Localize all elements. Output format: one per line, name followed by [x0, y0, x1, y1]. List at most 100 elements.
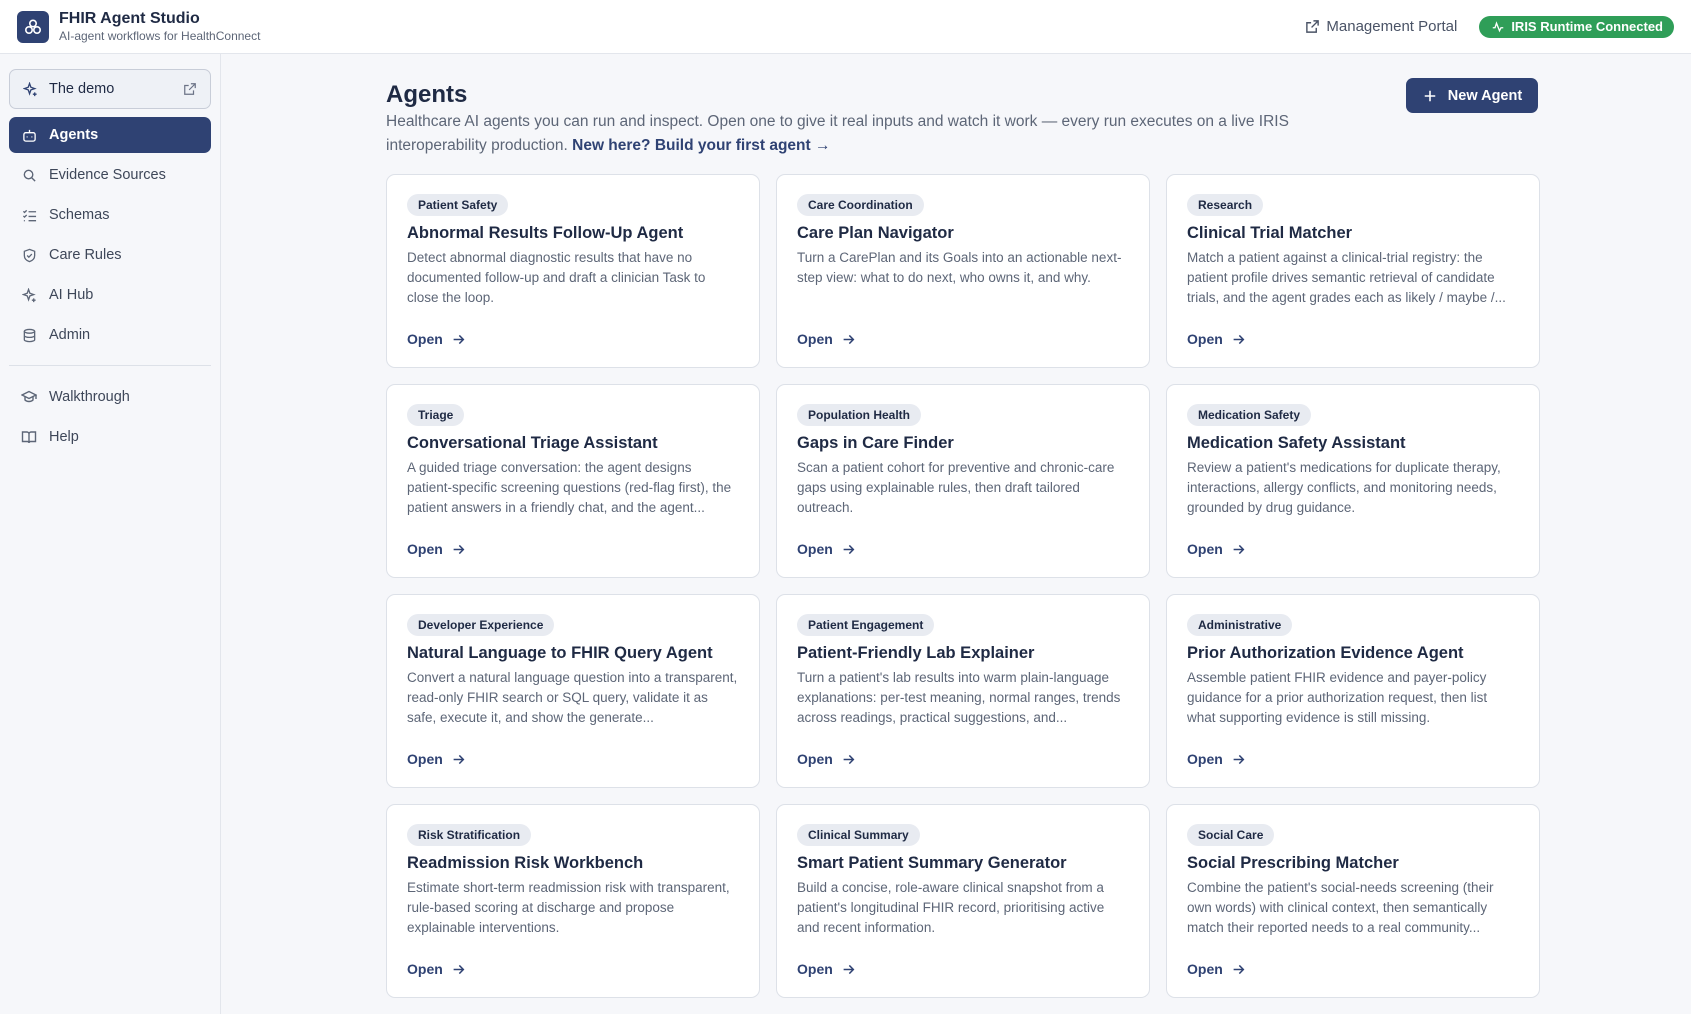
- open-label: Open: [797, 961, 833, 977]
- sidebar-item-schemas[interactable]: Schemas: [9, 197, 211, 233]
- graduation-cap-icon: [21, 389, 37, 405]
- arrow-right-icon: [451, 541, 467, 557]
- agent-title: Gaps in Care Finder: [797, 434, 954, 452]
- agent-card[interactable]: Clinical Summary Smart Patient Summary G…: [776, 804, 1150, 998]
- open-link[interactable]: Open: [407, 331, 467, 347]
- arrow-right-icon: [451, 331, 467, 347]
- open-link[interactable]: Open: [407, 541, 467, 557]
- agent-card[interactable]: Patient Safety Abnormal Results Follow-U…: [386, 174, 760, 368]
- book-open-icon: [21, 429, 37, 445]
- page-intro: Healthcare AI agents you can run and ins…: [386, 110, 1346, 158]
- agent-card[interactable]: Patient Engagement Patient-Friendly Lab …: [776, 594, 1150, 788]
- category-tag: Patient Safety: [407, 194, 509, 216]
- demo-label: The demo: [49, 81, 115, 97]
- category-tag: Risk Stratification: [407, 824, 532, 846]
- demo-button[interactable]: The demo: [9, 69, 211, 109]
- arrow-right-icon: [841, 751, 857, 767]
- new-agent-button[interactable]: New Agent: [1406, 78, 1538, 113]
- sidebar-item-label: Admin: [49, 327, 91, 343]
- agent-description: Build a concise, role-aware clinical sna…: [797, 880, 1105, 935]
- open-link[interactable]: Open: [797, 331, 857, 347]
- agent-description: Convert a natural language question into…: [407, 670, 738, 725]
- sidebar-item-help[interactable]: Help: [9, 419, 211, 455]
- sidebar-item-label: Agents: [49, 127, 99, 143]
- runtime-status-label: IRIS Runtime Connected: [1511, 19, 1663, 34]
- open-link[interactable]: Open: [1187, 751, 1247, 767]
- arrow-right-icon: [841, 541, 857, 557]
- list-checks-icon: [21, 207, 37, 223]
- open-label: Open: [407, 961, 443, 977]
- agent-card[interactable]: Risk Stratification Readmission Risk Wor…: [386, 804, 760, 998]
- arrow-right-icon: [841, 961, 857, 977]
- category-tag: Triage: [407, 404, 465, 426]
- top-bar: FHIR Agent Studio AI-agent workflows for…: [0, 0, 1691, 54]
- open-link[interactable]: Open: [1187, 541, 1247, 557]
- open-label: Open: [797, 331, 833, 347]
- sidebar-item-label: Schemas: [49, 207, 110, 223]
- agent-description: Detect abnormal diagnostic results that …: [407, 250, 706, 305]
- sidebar-item-label: Walkthrough: [49, 389, 130, 405]
- sidebar-item-admin[interactable]: Admin: [9, 317, 211, 353]
- agent-card[interactable]: Medication Safety Medication Safety Assi…: [1166, 384, 1540, 578]
- open-link[interactable]: Open: [1187, 961, 1247, 977]
- agent-description: Scan a patient cohort for preventive and…: [797, 460, 1115, 515]
- open-link[interactable]: Open: [1187, 331, 1247, 347]
- open-link[interactable]: Open: [407, 751, 467, 767]
- category-tag: Care Coordination: [797, 194, 924, 216]
- agent-card[interactable]: Research Clinical Trial Matcher Match a …: [1166, 174, 1540, 368]
- arrow-right-icon: [451, 751, 467, 767]
- open-link[interactable]: Open: [797, 961, 857, 977]
- database-icon: [21, 327, 37, 343]
- agent-title: Prior Authorization Evidence Agent: [1187, 644, 1464, 662]
- agent-card[interactable]: Triage Conversational Triage Assistant A…: [386, 384, 760, 578]
- category-tag: Administrative: [1187, 614, 1293, 636]
- sidebar-divider: [9, 365, 211, 366]
- management-portal-link[interactable]: Management Portal: [1304, 18, 1457, 35]
- category-tag: Patient Engagement: [797, 614, 935, 636]
- agent-title: Readmission Risk Workbench: [407, 854, 644, 872]
- arrow-right-icon: [841, 331, 857, 347]
- arrow-right-icon: [451, 961, 467, 977]
- open-link[interactable]: Open: [797, 541, 857, 557]
- build-first-agent-link[interactable]: New here? Build your first agent →: [572, 137, 830, 154]
- agent-description: Assemble patient FHIR evidence and payer…: [1187, 670, 1488, 725]
- agent-title: Medication Safety Assistant: [1187, 434, 1406, 452]
- sidebar-item-care-rules[interactable]: Care Rules: [9, 237, 211, 273]
- agent-card[interactable]: Care Coordination Care Plan Navigator Tu…: [776, 174, 1150, 368]
- agent-title: Social Prescribing Matcher: [1187, 854, 1399, 872]
- open-label: Open: [407, 751, 443, 767]
- agent-grid: Patient Safety Abnormal Results Follow-U…: [386, 174, 1540, 998]
- agent-card[interactable]: Developer Experience Natural Language to…: [386, 594, 760, 788]
- agent-title: Natural Language to FHIR Query Agent: [407, 644, 713, 662]
- open-link[interactable]: Open: [797, 751, 857, 767]
- sidebar-item-agents[interactable]: Agents: [9, 117, 211, 153]
- new-agent-label: New Agent: [1447, 87, 1523, 104]
- sidebar-item-walkthrough[interactable]: Walkthrough: [9, 379, 211, 415]
- agent-card[interactable]: Administrative Prior Authorization Evide…: [1166, 594, 1540, 788]
- agent-title: Abnormal Results Follow-Up Agent: [407, 224, 684, 242]
- agent-title: Patient-Friendly Lab Explainer: [797, 644, 1035, 662]
- search-icon: [21, 167, 37, 183]
- agent-title: Clinical Trial Matcher: [1187, 224, 1353, 242]
- app-logo: [17, 10, 49, 43]
- open-label: Open: [1187, 541, 1223, 557]
- agent-description: Turn a patient's lab results into warm p…: [797, 670, 1121, 725]
- open-link[interactable]: Open: [407, 961, 467, 977]
- agent-title: Smart Patient Summary Generator: [797, 854, 1067, 872]
- category-tag: Research: [1187, 194, 1264, 216]
- plus-icon: [1422, 88, 1438, 104]
- agent-description: Match a patient against a clinical-trial…: [1187, 250, 1506, 305]
- open-label: Open: [797, 541, 833, 557]
- arrow-right-icon: [1231, 331, 1247, 347]
- agent-card[interactable]: Social Care Social Prescribing Matcher C…: [1166, 804, 1540, 998]
- open-label: Open: [1187, 961, 1223, 977]
- category-tag: Medication Safety: [1187, 404, 1312, 426]
- sidebar-item-ai-hub[interactable]: AI Hub: [9, 277, 211, 313]
- arrow-right-icon: [1231, 541, 1247, 557]
- agent-card[interactable]: Population Health Gaps in Care Finder Sc…: [776, 384, 1150, 578]
- sidebar-item-evidence-sources[interactable]: Evidence Sources: [9, 157, 211, 193]
- category-tag: Clinical Summary: [797, 824, 920, 846]
- external-link-icon: [182, 81, 198, 97]
- app-title: FHIR Agent Studio: [59, 10, 200, 27]
- intro-text: Healthcare AI agents you can run and ins…: [386, 113, 1289, 154]
